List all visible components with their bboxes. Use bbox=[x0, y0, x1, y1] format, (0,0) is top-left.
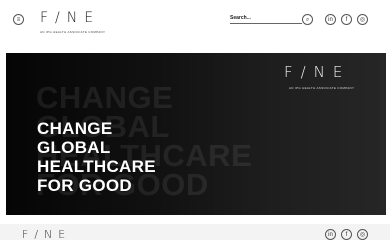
instagram-glyph: ◎ bbox=[359, 231, 366, 238]
sticky-header-strip: F/NE in f ◎ bbox=[0, 224, 390, 240]
search-input[interactable]: Search... bbox=[230, 15, 302, 24]
menu-icon[interactable]: ≡ bbox=[13, 14, 24, 25]
linkedin-icon[interactable]: in bbox=[325, 14, 336, 25]
facebook-glyph: f bbox=[345, 16, 348, 23]
ghost-line: CHANGE bbox=[36, 80, 174, 115]
instagram-icon[interactable]: ◎ bbox=[357, 229, 368, 240]
headline-line: GLOBAL bbox=[37, 138, 111, 157]
facebook-icon[interactable]: f bbox=[341, 229, 352, 240]
hero-banner: CHANGE GLOBAL HEALTHCARE FOR GOOD CHANGE… bbox=[6, 53, 386, 215]
headline-line: HEALTHCARE bbox=[37, 157, 156, 176]
linkedin-glyph: in bbox=[328, 16, 333, 23]
facebook-icon[interactable]: f bbox=[341, 14, 352, 25]
search-glyph: ⌕ bbox=[305, 16, 310, 23]
instagram-icon[interactable]: ◎ bbox=[357, 14, 368, 25]
linkedin-glyph: in bbox=[328, 231, 333, 238]
hero-headline: CHANGE GLOBAL HEALTHCARE FOR GOOD bbox=[37, 119, 156, 195]
search-icon[interactable]: ⌕ bbox=[302, 14, 313, 25]
logo-tagline: AN IPG HEALTH ASSOCIATE COMPANY bbox=[40, 30, 106, 34]
footer-logo[interactable]: F/NE bbox=[22, 229, 71, 240]
menu-glyph: ≡ bbox=[16, 16, 21, 23]
headline-line: CHANGE bbox=[37, 119, 113, 138]
headline-line: FOR GOOD bbox=[37, 176, 132, 195]
facebook-glyph: f bbox=[345, 231, 348, 238]
hero-logo: F/NE bbox=[284, 63, 351, 81]
linkedin-icon[interactable]: in bbox=[325, 229, 336, 240]
hero-tagline: AN IPG HEALTH ASSOCIATE COMPANY bbox=[289, 86, 355, 90]
instagram-glyph: ◎ bbox=[359, 16, 366, 23]
search-placeholder: Search... bbox=[230, 15, 251, 21]
site-header: ≡ F/NE AN IPG HEALTH ASSOCIATE COMPANY S… bbox=[0, 0, 390, 48]
site-logo[interactable]: F/NE bbox=[40, 11, 100, 25]
